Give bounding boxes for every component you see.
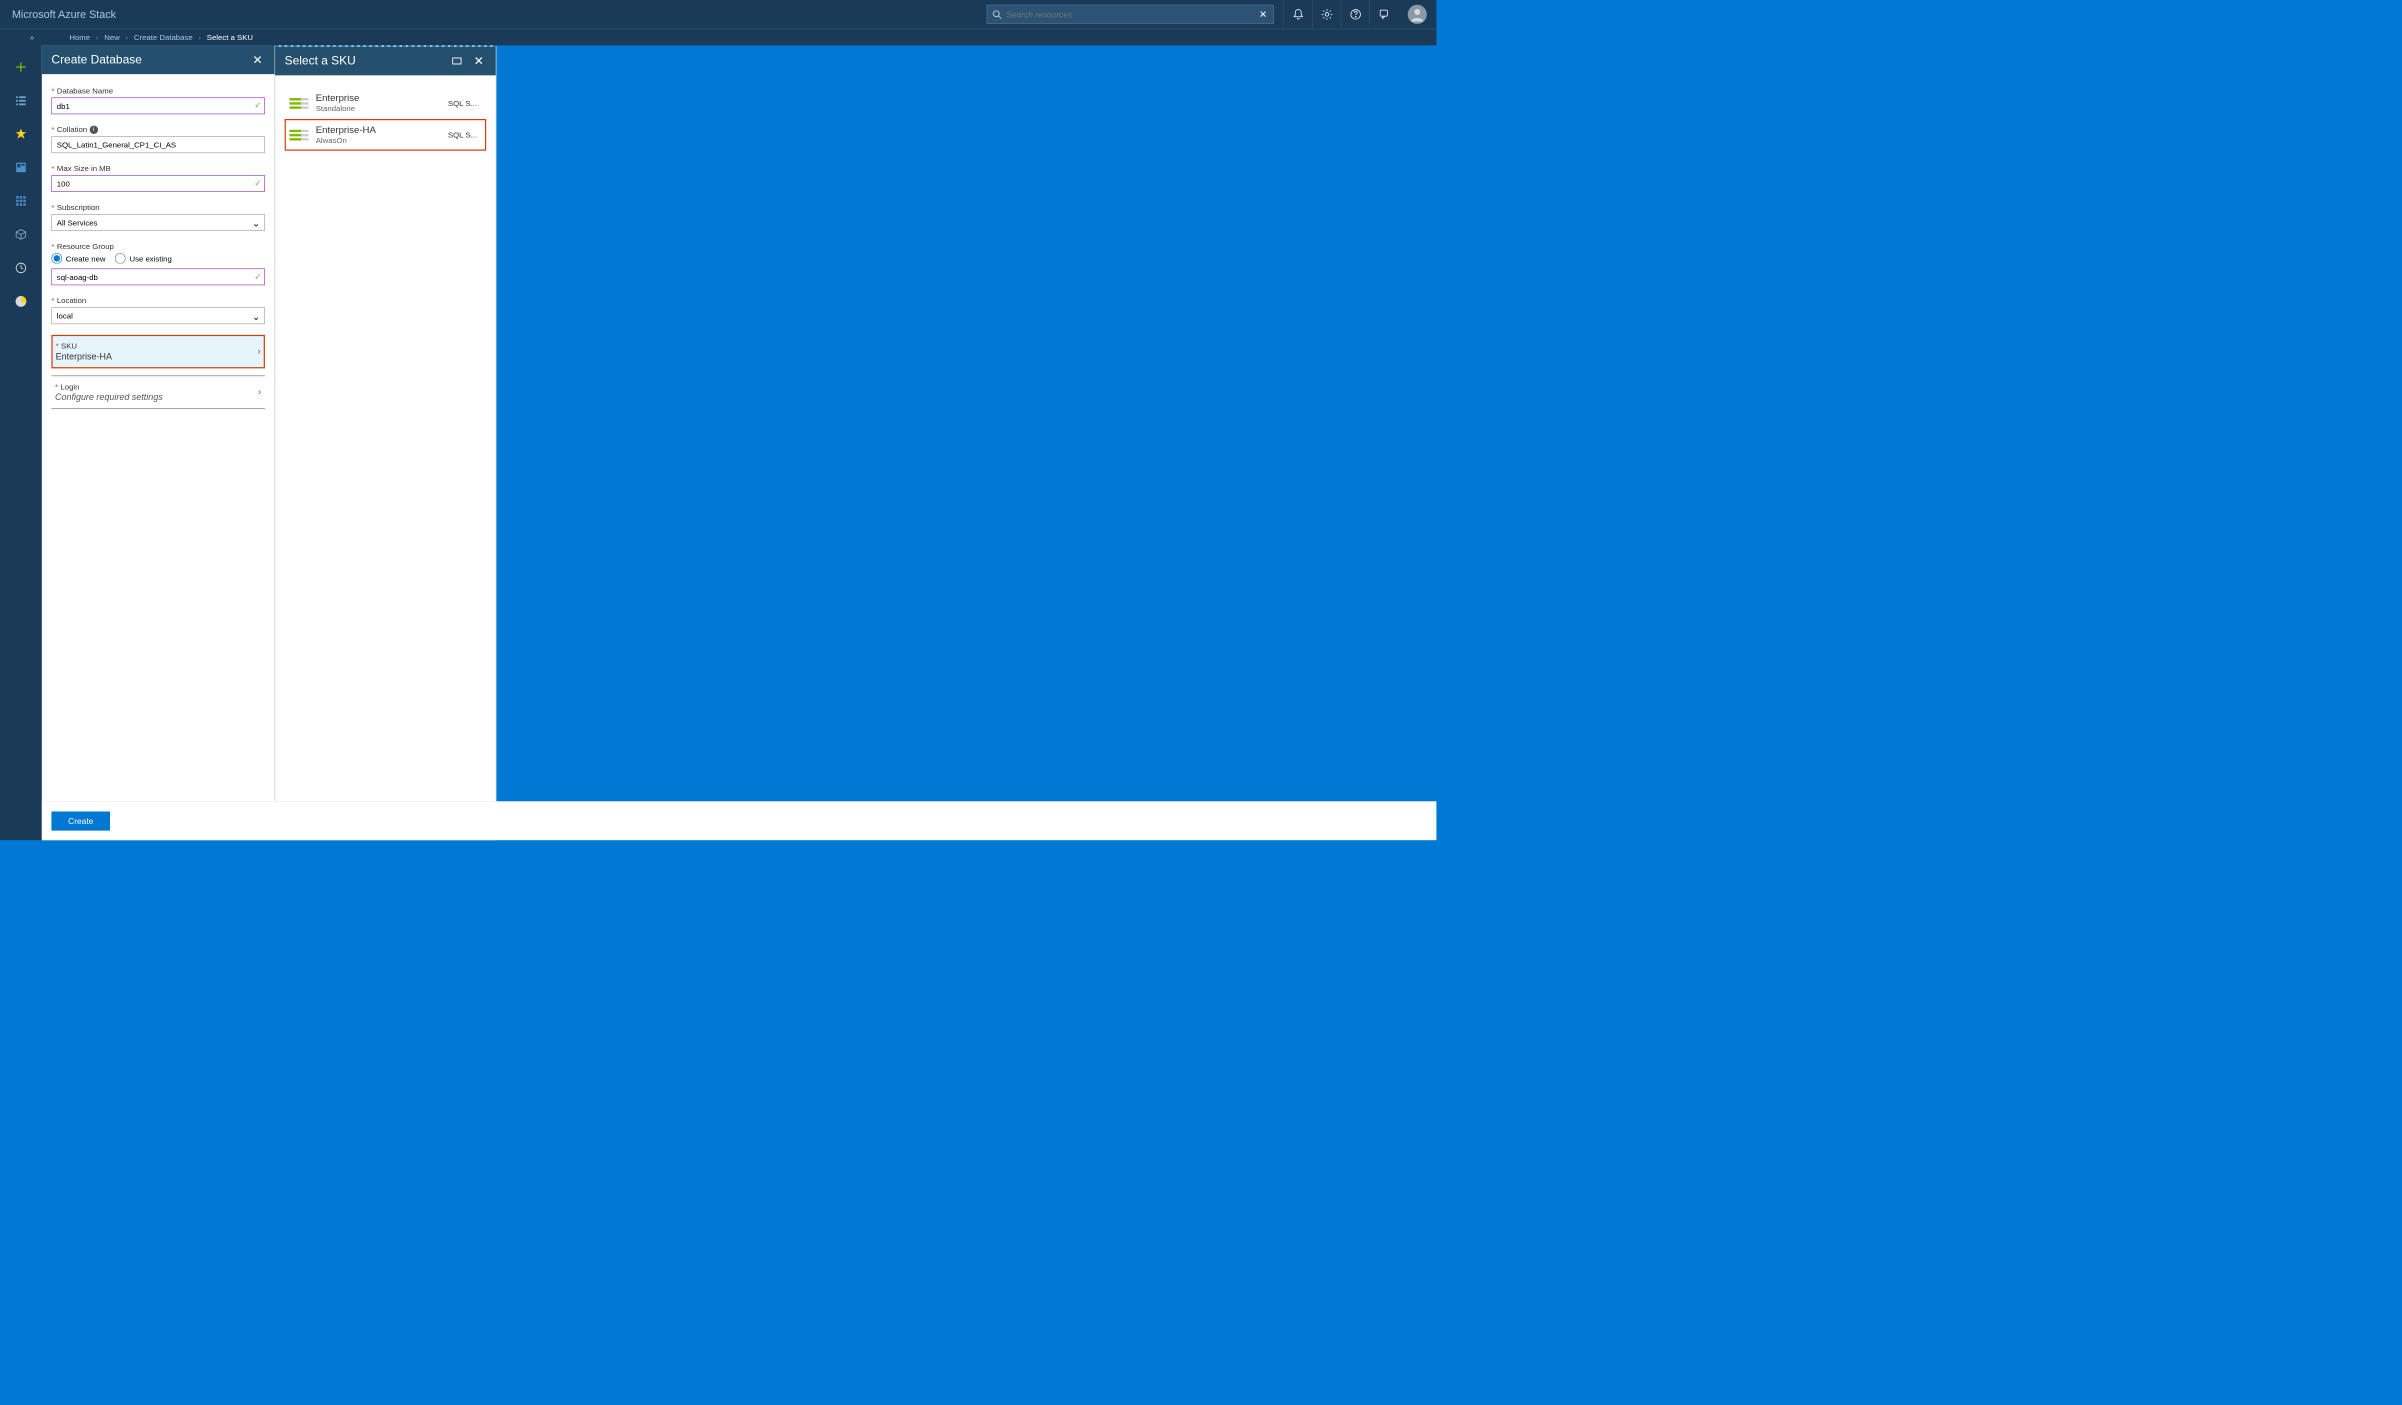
nav-monitor[interactable] xyxy=(7,287,36,316)
nav-resources[interactable] xyxy=(7,220,36,249)
db-name-label: Database Name xyxy=(57,86,113,95)
blade-title: Create Database xyxy=(51,53,141,67)
breadcrumb-new[interactable]: New xyxy=(101,33,124,42)
login-picker-label: Login xyxy=(60,382,79,391)
sku-picker-value: Enterprise-HA xyxy=(56,352,258,362)
location-select[interactable]: local xyxy=(51,307,264,324)
sku-item-enterprise[interactable]: Enterprise Standalone SQL S... xyxy=(285,87,487,119)
maximize-icon[interactable] xyxy=(447,52,466,71)
nav-all-services[interactable] xyxy=(7,86,36,115)
blade-select-sku: Select a SKU ✕ Enterprise Standalone SQL… xyxy=(275,45,496,840)
sku-subtitle: Standalone xyxy=(316,104,448,113)
blade-header: Select a SKU ✕ xyxy=(275,47,496,76)
radio-use-existing[interactable]: Use existing xyxy=(115,253,172,264)
resource-group-input[interactable] xyxy=(51,269,264,286)
blade-create-database: Create Database ✕ *Database Name ✓ *Coll… xyxy=(42,45,275,840)
nav-dashboard[interactable] xyxy=(7,153,36,182)
breadcrumb-current: Select a SKU xyxy=(203,33,256,42)
notifications-icon[interactable] xyxy=(1283,0,1312,29)
check-icon: ✓ xyxy=(254,271,261,281)
resource-group-label: Resource Group xyxy=(57,242,114,251)
create-button[interactable]: Create xyxy=(51,811,110,830)
radio-create-new[interactable]: Create new xyxy=(51,253,105,264)
leftrail xyxy=(0,45,42,840)
sku-meta: SQL S... xyxy=(448,130,481,139)
topbar: Microsoft Azure Stack ✕ xyxy=(0,0,1436,29)
sku-item-enterprise-ha[interactable]: Enterprise-HA AlwasOn SQL S... xyxy=(285,119,487,151)
sku-icon xyxy=(289,126,308,143)
breadcrumb-create-database[interactable]: Create Database xyxy=(130,33,196,42)
settings-icon[interactable] xyxy=(1312,0,1341,29)
chevron-right-icon: › xyxy=(258,387,261,398)
sku-name: Enterprise xyxy=(316,93,448,104)
sku-icon xyxy=(289,95,308,112)
sku-picker-label: SKU xyxy=(61,341,77,350)
login-picker-value: Configure required settings xyxy=(55,392,258,402)
nav-new[interactable] xyxy=(7,53,36,82)
check-icon: ✓ xyxy=(254,100,261,110)
brand: Microsoft Azure Stack xyxy=(0,8,128,21)
close-icon[interactable]: ✕ xyxy=(471,51,486,71)
max-size-input[interactable] xyxy=(51,175,264,192)
feedback-icon[interactable] xyxy=(1369,0,1398,29)
collation-input[interactable] xyxy=(51,136,264,153)
close-icon[interactable]: ✕ xyxy=(250,50,265,70)
check-icon: ✓ xyxy=(254,178,261,188)
blade-header: Create Database ✕ xyxy=(42,45,275,74)
avatar[interactable] xyxy=(1408,5,1427,24)
sku-meta: SQL S... xyxy=(448,99,481,108)
chevron-right-icon: › xyxy=(258,346,261,357)
windows-activation-watermark: Activate Windows Go to Settings to activ… xyxy=(1325,819,1429,835)
nav-favorites[interactable] xyxy=(7,120,36,149)
search-box[interactable]: ✕ xyxy=(987,5,1274,24)
subscription-select[interactable]: All Services xyxy=(51,214,264,231)
collapse-nav-icon[interactable]: » xyxy=(30,33,34,42)
help-icon[interactable] xyxy=(1341,0,1370,29)
login-picker[interactable]: *Login Configure required settings › xyxy=(51,376,264,409)
collation-label: Collation xyxy=(57,125,87,134)
location-label: Location xyxy=(57,296,86,305)
sku-name: Enterprise-HA xyxy=(316,125,448,136)
search-icon xyxy=(992,10,1002,20)
sku-picker[interactable]: *SKU Enterprise-HA › xyxy=(51,335,264,368)
breadcrumb: » Home › New › Create Database › Select … xyxy=(0,29,1436,46)
db-name-input[interactable] xyxy=(51,97,264,114)
info-icon[interactable]: i xyxy=(89,125,97,133)
sku-subtitle: AlwasOn xyxy=(316,136,448,145)
nav-recent[interactable] xyxy=(7,254,36,283)
breadcrumb-home[interactable]: Home xyxy=(66,33,94,42)
blade-title: Select a SKU xyxy=(285,54,356,68)
max-size-label: Max Size in MB xyxy=(57,164,111,173)
subscription-label: Subscription xyxy=(57,203,100,212)
content: Create Database ✕ *Database Name ✓ *Coll… xyxy=(42,45,1437,840)
nav-resource-groups[interactable] xyxy=(7,187,36,216)
search-input[interactable] xyxy=(1006,10,1253,20)
search-clear[interactable]: ✕ xyxy=(1253,8,1273,20)
